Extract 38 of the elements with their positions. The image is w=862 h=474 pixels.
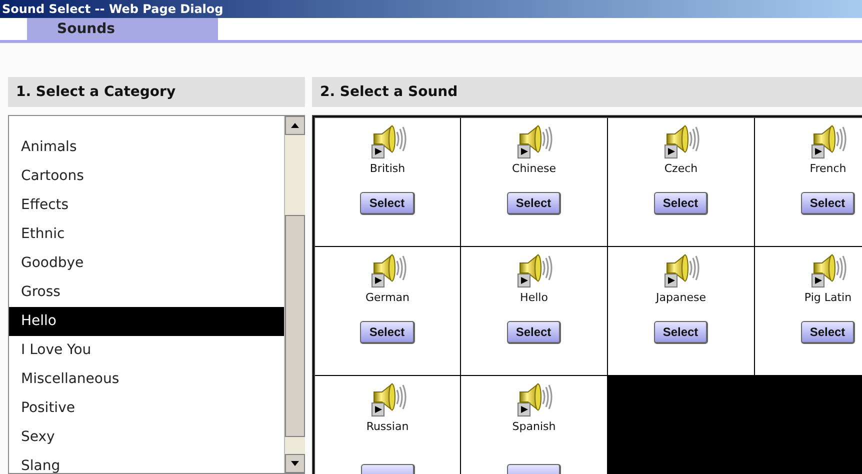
- sound-name: Spanish: [512, 420, 556, 435]
- scroll-down-icon[interactable]: [285, 454, 305, 473]
- sound-name: Hello: [520, 291, 548, 306]
- section-heading: 1. Select a Category: [8, 77, 305, 107]
- category-item[interactable]: Hello: [9, 307, 284, 336]
- category-item[interactable]: Positive: [9, 394, 284, 423]
- category-item[interactable]: Animals: [9, 133, 284, 162]
- category-item[interactable]: Sexy: [9, 423, 284, 452]
- select-button[interactable]: Select: [800, 321, 856, 344]
- select-button[interactable]: Select: [654, 321, 708, 344]
- category-item[interactable]: Effects: [9, 191, 284, 220]
- sound-name: Russian: [366, 420, 409, 435]
- select-button[interactable]: Select: [506, 192, 562, 215]
- sound-name: Chinese: [512, 162, 556, 177]
- select-button[interactable]: Select: [800, 192, 856, 215]
- category-item[interactable]: Slang: [9, 452, 284, 473]
- category-item[interactable]: Goodbye: [9, 249, 284, 278]
- sound-name: British: [370, 162, 406, 177]
- scroll-up-icon[interactable]: [285, 116, 305, 135]
- tab[interactable]: Sounds: [27, 18, 218, 40]
- select-button[interactable]: Select: [654, 192, 708, 215]
- section-heading: 2. Select a Sound: [312, 77, 862, 107]
- category-item[interactable]: Cartoons: [9, 162, 284, 191]
- select-button[interactable]: Select: [360, 192, 415, 215]
- category-item[interactable]: Gross: [9, 278, 284, 307]
- sound-name: Pig Latin: [804, 291, 852, 306]
- category-item[interactable]: I Love You: [9, 336, 284, 365]
- window-title: Sound Select -- Web Page Dialog: [0, 0, 862, 18]
- sound-name: French: [810, 162, 846, 177]
- sound-name: Japanese: [656, 291, 706, 306]
- sound-name: Czech: [664, 162, 698, 177]
- category-list[interactable]: Animals Cartoons Effects Ethnic Goodbye Gross Hello I Love You Miscellaneous Positive Sexy Slang: [8, 115, 305, 474]
- category-item[interactable]: Ethnic: [9, 220, 284, 249]
- select-button[interactable]: Select: [360, 321, 415, 344]
- scrollbar[interactable]: [284, 116, 305, 473]
- sound-name: German: [365, 291, 410, 306]
- category-item[interactable]: Miscellaneous: [9, 365, 284, 394]
- select-button[interactable]: Select: [506, 321, 562, 344]
